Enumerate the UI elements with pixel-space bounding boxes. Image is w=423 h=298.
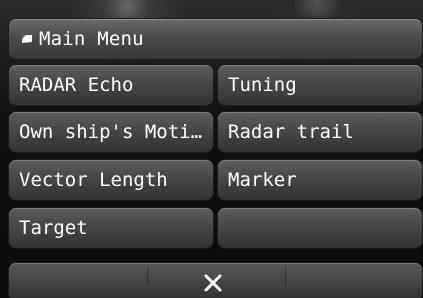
radar-echo-button[interactable]: RADAR Echo [8,64,214,106]
main-menu-header: Main Menu [8,18,423,60]
marker-button[interactable]: Marker [217,159,423,201]
target-button[interactable]: Target [8,207,214,249]
tuning-label: Tuning [228,74,297,96]
close-button[interactable] [200,270,226,296]
tuning-button[interactable]: Tuning [217,64,423,106]
bar-divider [147,267,148,285]
vector-length-button[interactable]: Vector Length [8,159,214,201]
empty-menu-button[interactable] [217,207,423,249]
menu-flag-icon [21,34,33,44]
radar-echo-label: RADAR Echo [19,74,134,96]
vector-length-label: Vector Length [19,169,168,191]
bar-divider [285,267,286,285]
target-label: Target [19,217,88,239]
marker-label: Marker [228,169,297,191]
own-ship-motion-button[interactable]: Own ship's Moti… [8,111,214,153]
radar-trail-button[interactable]: Radar trail [217,111,423,153]
radar-trail-label: Radar trail [228,121,354,143]
page-title: Main Menu [39,28,144,50]
own-ship-motion-label: Own ship's Moti… [19,121,203,143]
main-menu-screen: Main Menu RADAR Echo Tuning Own ship's M… [0,0,423,298]
close-icon [204,274,222,292]
